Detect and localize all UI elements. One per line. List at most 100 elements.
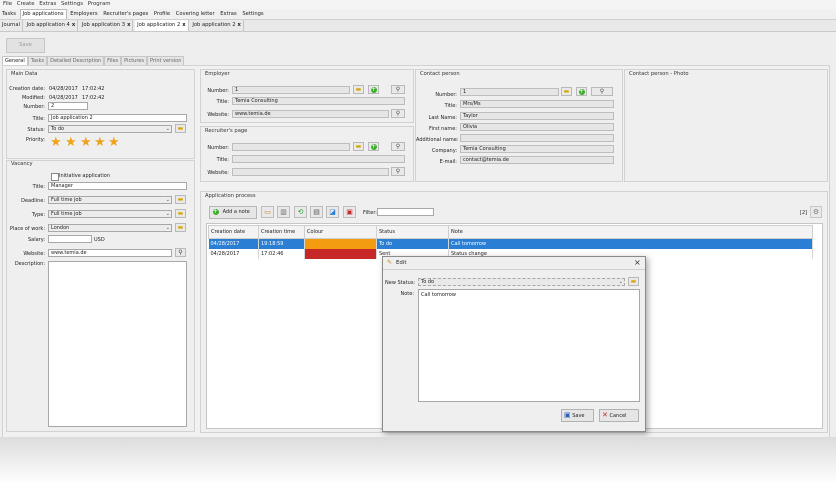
contact-number-field[interactable]: 1 xyxy=(460,88,559,96)
nav-recruiters-pages[interactable]: Recruiter's pages xyxy=(101,9,150,19)
note-textarea[interactable]: Call tomorrow xyxy=(418,289,640,402)
nav-job-applications[interactable]: Job applications xyxy=(19,9,67,19)
employer-title-label: Title: xyxy=(216,99,229,105)
recruiter-search-button[interactable]: ⚲ xyxy=(391,142,405,151)
type-select[interactable]: Full time job ⌄ xyxy=(48,210,172,218)
status-folder-button[interactable]: ▬ xyxy=(628,277,639,286)
close-icon[interactable]: × xyxy=(634,258,641,267)
menu-settings[interactable]: Settings xyxy=(61,0,83,9)
table-row[interactable]: 04/28/2017 19:18:59 To do Call tomorrow xyxy=(208,238,813,249)
contact-folder-button[interactable]: ▬ xyxy=(561,87,572,96)
recruiter-website-search[interactable]: ⚲ xyxy=(391,167,405,176)
nav-extras[interactable]: Extras xyxy=(218,9,238,19)
close-icon[interactable]: x xyxy=(72,22,75,28)
gear-icon[interactable]: ⚙ xyxy=(810,206,822,218)
place-folder-button[interactable]: ▬ xyxy=(175,223,186,232)
employer-title-field[interactable]: Temia Consulting xyxy=(232,97,405,105)
recruiter-title-field[interactable] xyxy=(232,155,405,163)
nav-settings[interactable]: Settings xyxy=(240,9,265,19)
col-colour[interactable]: Colour xyxy=(304,225,377,239)
doc-tab[interactable]: Job application 4x xyxy=(25,20,79,31)
contact-additional-field[interactable] xyxy=(460,134,614,142)
save-button[interactable]: Save xyxy=(6,38,45,53)
modified-time-value: 17:02:42 xyxy=(82,95,105,101)
doc-tab[interactable]: Job application 2x xyxy=(190,20,244,31)
employer-add-button[interactable]: + xyxy=(368,85,379,94)
nav-tasks[interactable]: Tasks xyxy=(0,9,18,19)
dialog-save-button[interactable]: ▣ Save xyxy=(561,409,594,422)
col-note[interactable]: Note xyxy=(448,225,813,239)
vacancy-title-field[interactable]: Manager xyxy=(48,182,187,190)
priority-star-icon[interactable]: ★ xyxy=(80,136,92,149)
col-creation-time[interactable]: Creation time xyxy=(258,225,305,239)
deadline-select[interactable]: Full time job ⌄ xyxy=(48,196,172,204)
contact-search-button[interactable]: ⚲ xyxy=(591,87,613,96)
priority-star-icon[interactable]: ★ xyxy=(50,136,62,149)
contact-company-label: Company: xyxy=(431,148,457,154)
employer-number-field[interactable]: 1 xyxy=(232,86,350,94)
deadline-label: Deadline: xyxy=(21,198,45,204)
doc-tab-journal[interactable]: Journal xyxy=(0,20,23,31)
priority-star-icon[interactable]: ★ xyxy=(65,136,77,149)
priority-star-icon[interactable]: ★ xyxy=(108,136,120,149)
doc-tab[interactable]: Job application 3x xyxy=(80,20,134,31)
add-note-button[interactable]: + Add a note xyxy=(209,206,257,219)
menu-extras[interactable]: Extras xyxy=(39,0,56,9)
pdf-button[interactable]: ▣ xyxy=(343,206,356,218)
employer-folder-button[interactable]: ▬ xyxy=(353,85,364,94)
initiative-checkbox[interactable] xyxy=(51,173,59,181)
salary-field[interactable] xyxy=(48,235,92,243)
new-status-select[interactable]: To do ⌄ xyxy=(418,278,625,286)
vacancy-title: Vacancy xyxy=(11,161,33,167)
status-select[interactable]: To do ⌄ xyxy=(48,125,172,133)
record-count: [2] xyxy=(800,210,808,216)
close-icon[interactable]: x xyxy=(238,22,241,28)
salary-label: Salary: xyxy=(27,237,45,243)
number-field[interactable]: 2 xyxy=(48,102,88,110)
type-folder-button[interactable]: ▬ xyxy=(175,209,186,218)
col-status[interactable]: Status xyxy=(376,225,449,239)
contact-additional-label: Additional name: xyxy=(416,137,459,143)
recruiter-folder-button[interactable]: ▬ xyxy=(353,142,364,151)
contact-company-field[interactable]: Temia Consulting xyxy=(460,145,614,153)
employer-website-search[interactable]: ⚲ xyxy=(391,109,405,118)
print-button[interactable]: ▤ xyxy=(310,206,323,218)
contact-add-button[interactable]: + xyxy=(576,87,587,96)
recruiter-add-button[interactable]: + xyxy=(368,142,379,151)
place-select[interactable]: London ⌄ xyxy=(48,224,172,232)
contact-title-field[interactable]: Mrs/Ms xyxy=(460,100,614,108)
contact-email-field[interactable]: contact@temia.de xyxy=(460,156,614,164)
dialog-cancel-button[interactable]: ✕ Cancel xyxy=(599,409,639,422)
open-folder-button[interactable]: ▭ xyxy=(261,206,274,218)
nav-employers[interactable]: Employers xyxy=(68,9,99,19)
website-field[interactable]: www.temia.de xyxy=(48,249,172,257)
menu-create[interactable]: Create xyxy=(17,0,35,9)
folder-icon: ▭ xyxy=(264,208,271,216)
number-label: Number: xyxy=(23,104,45,110)
filter-input[interactable] xyxy=(377,208,434,216)
website-search-button[interactable]: ⚲ xyxy=(175,248,186,257)
recruiter-website-field[interactable] xyxy=(232,168,389,176)
nav-profile[interactable]: Profile xyxy=(152,9,172,19)
menu-file[interactable]: File xyxy=(3,0,12,9)
close-icon[interactable]: x xyxy=(127,22,130,28)
employer-website-field[interactable]: www.temia.de xyxy=(232,110,389,118)
col-creation-date[interactable]: Creation date xyxy=(208,225,259,239)
contact-lastname-field[interactable]: Taylor xyxy=(460,112,614,120)
status-folder-button[interactable]: ▬ xyxy=(175,124,186,133)
description-textarea[interactable] xyxy=(48,261,187,427)
employer-search-button[interactable]: ⚲ xyxy=(391,85,405,94)
delete-button[interactable]: ▥ xyxy=(277,206,290,218)
close-icon[interactable]: x xyxy=(182,22,185,28)
refresh-button[interactable]: ⟲ xyxy=(294,206,307,218)
contact-firstname-field[interactable]: Olivia xyxy=(460,123,614,131)
nav-covering-letter[interactable]: Covering letter xyxy=(174,9,217,19)
export-button[interactable]: ◪ xyxy=(326,206,339,218)
priority-star-icon[interactable]: ★ xyxy=(94,136,106,149)
recruiter-number-field[interactable] xyxy=(232,143,350,151)
doc-tab-active[interactable]: Job application 2x xyxy=(135,20,189,31)
contact-photo-title: Contact person - Photo xyxy=(629,71,689,77)
deadline-folder-button[interactable]: ▬ xyxy=(175,195,186,204)
menu-program[interactable]: Program xyxy=(88,0,111,9)
title-field[interactable]: Job application 2 xyxy=(48,114,187,122)
